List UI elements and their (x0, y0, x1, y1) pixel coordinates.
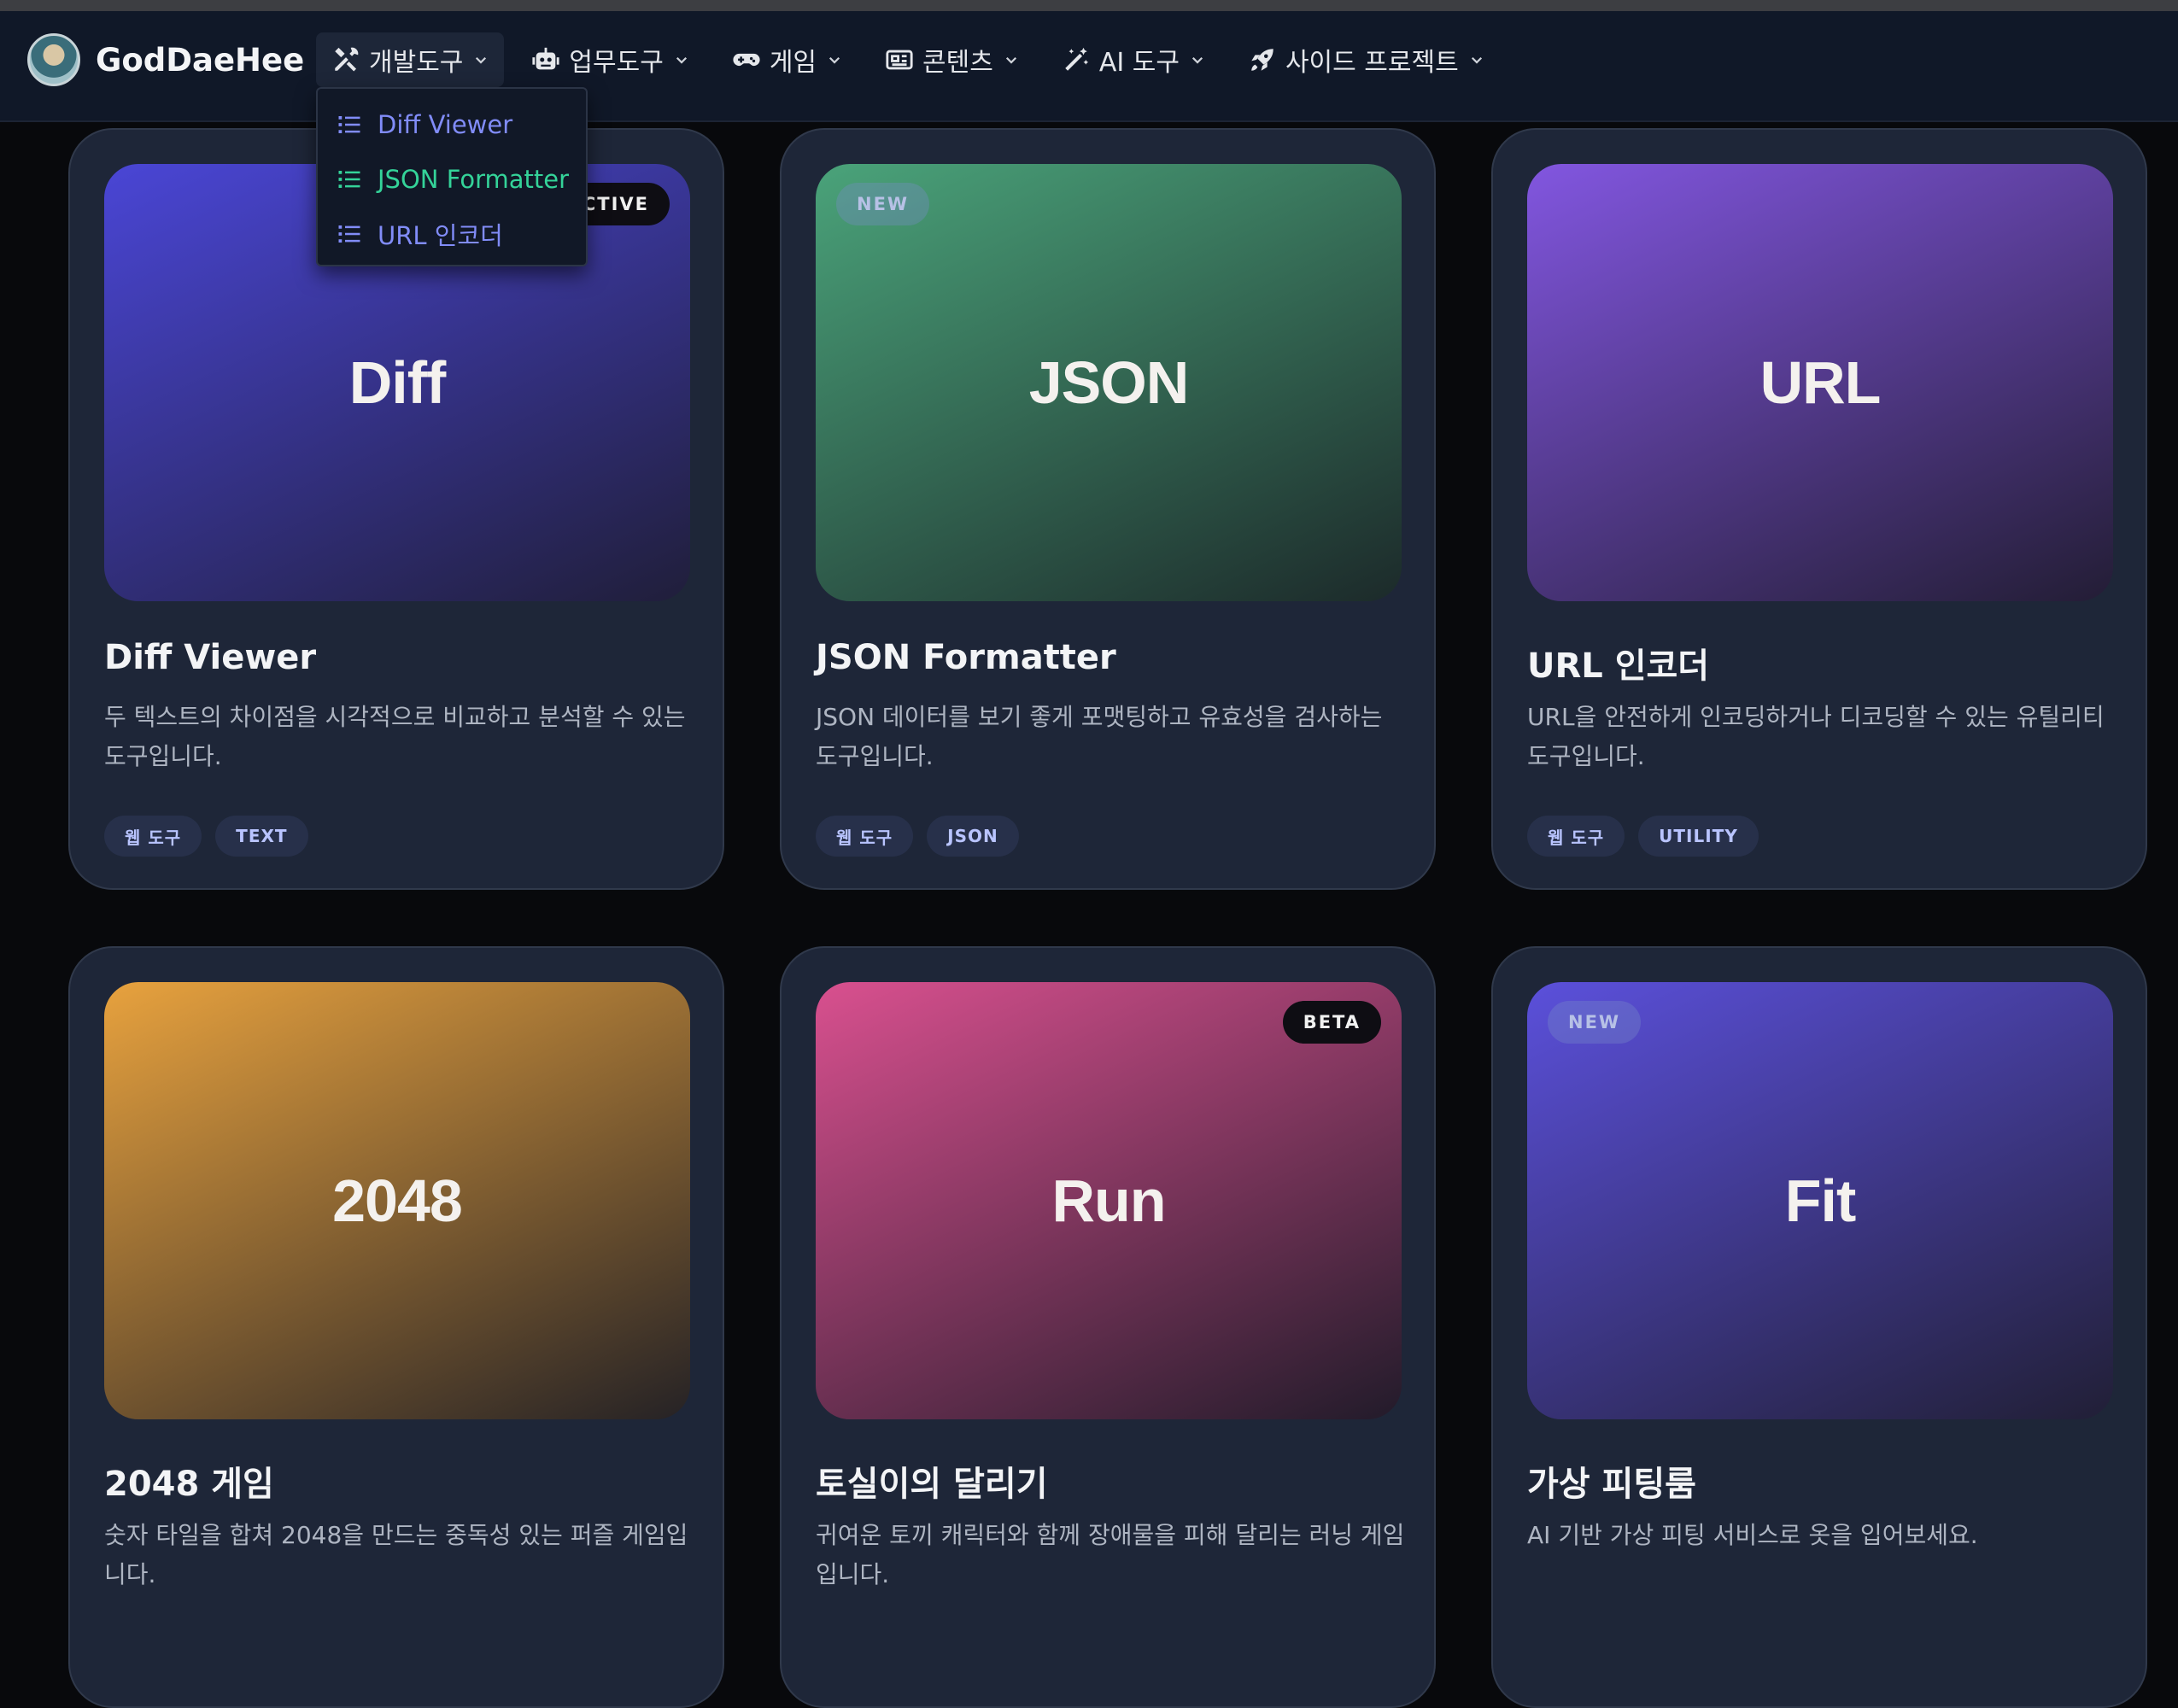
nav-item-label: 콘텐츠 (922, 48, 993, 78)
chevron-down-icon (828, 56, 840, 64)
tag-list: 웹 도구 UTILITY (1527, 816, 1772, 857)
magic-wand-icon (1065, 47, 1088, 71)
status-badge: NEW (836, 183, 930, 225)
card-description: 두 텍스트의 차이점을 시각적으로 비교하고 분석할 수 있는 도구입니다. (104, 703, 686, 770)
tag-list: 웹 도구 JSON (816, 816, 1033, 857)
chevron-down-icon (676, 56, 687, 64)
card-title: JSON Formatter (816, 638, 1116, 677)
list-icon (338, 171, 360, 188)
card-description: 숫자 타일을 합쳐 2048을 만드는 중독성 있는 퍼즐 게임입니다. (104, 1521, 688, 1588)
nav-menu: 개발도구 업무도구 게임 콘텐츠 AI 도구 사이드 프로젝트 (316, 32, 1512, 88)
dropdown-item-label: URL 인코더 (378, 221, 503, 250)
thumbnail-label: Fit (1784, 1167, 1857, 1234)
card-description: 귀여운 토끼 캐릭터와 함께 장애물을 피해 달리는 러닝 게임입니다. (816, 1521, 1405, 1588)
tools-icon (335, 47, 359, 72)
rocket-icon (1251, 49, 1273, 71)
thumbnail-label: Run (1051, 1167, 1166, 1234)
card-thumbnail: URL (1527, 164, 2113, 601)
brand[interactable]: GodDaeHee (27, 32, 304, 88)
nav-item-ai-tools[interactable]: AI 도구 (1046, 32, 1221, 87)
card-thumbnail: BETA Run (816, 982, 1402, 1419)
thumbnail-label: URL (1759, 349, 1882, 416)
card-thumbnail: NEW JSON (816, 164, 1402, 601)
nav-item-work-tools[interactable]: 업무도구 (516, 32, 704, 87)
tag[interactable]: TEXT (215, 816, 308, 857)
card-description: AI 기반 가상 피팅 서비스로 옷을 입어보세요. (1527, 1521, 1978, 1549)
thumbnail-label: 2048 (332, 1167, 463, 1234)
card-thumbnail: 2048 (104, 982, 690, 1419)
dropdown-item-url-encoder[interactable]: URL 인코더 (318, 207, 586, 261)
dev-tools-dropdown: Diff Viewer JSON Formatter URL 인코더 (316, 87, 588, 266)
dropdown-item-label: Diff Viewer (378, 110, 513, 139)
chevron-down-icon (1471, 56, 1482, 64)
tag[interactable]: 웹 도구 (104, 816, 202, 857)
gamepad-icon (733, 53, 760, 67)
card-title: URL 인코더 (1527, 646, 1710, 686)
thumbnail-label: Diff (348, 349, 447, 416)
card-title: 가상 피팅룸 (1527, 1465, 1696, 1504)
card-title: 토실이의 달리기 (816, 1465, 1048, 1504)
avatar (27, 33, 80, 86)
chevron-down-icon (1005, 56, 1016, 64)
card-json-formatter[interactable]: NEW JSON JSON Formatter JSON 데이터를 보기 좋게 … (780, 128, 1436, 890)
card-2048-game[interactable]: 2048 2048 게임 숫자 타일을 합쳐 2048을 만드는 중독성 있는 … (68, 946, 724, 1708)
chevron-down-icon (476, 56, 487, 64)
tag[interactable]: UTILITY (1638, 816, 1759, 857)
status-badge: BETA (1282, 1001, 1381, 1044)
nav-item-contents[interactable]: 콘텐츠 (869, 32, 1034, 87)
robot-icon (532, 47, 559, 70)
chevron-down-icon (1191, 56, 1203, 64)
nav-item-side-projects[interactable]: 사이드 프로젝트 (1232, 32, 1500, 87)
card-run-game[interactable]: BETA Run 토실이의 달리기 귀여운 토끼 캐릭터와 함께 장애물을 피해… (780, 946, 1436, 1708)
nav-item-label: 개발도구 (369, 48, 464, 78)
tag[interactable]: JSON (927, 816, 1019, 857)
thumbnail-label: JSON (1028, 349, 1190, 416)
card-description: JSON 데이터를 보기 좋게 포맷팅하고 유효성을 검사하는 도구입니다. (816, 703, 1383, 770)
card-thumbnail: NEW Fit (1527, 982, 2113, 1419)
brand-name: GodDaeHee (96, 41, 305, 79)
list-icon (338, 225, 360, 243)
tag-list: 웹 도구 TEXT (104, 816, 322, 857)
nav-item-dev-tools[interactable]: 개발도구 (316, 32, 505, 87)
dropdown-item-diff-viewer[interactable]: Diff Viewer (318, 97, 586, 152)
tag[interactable]: 웹 도구 (816, 816, 914, 857)
newspaper-icon (886, 50, 913, 70)
nav-item-label: 게임 (769, 48, 817, 78)
dropdown-item-json-formatter[interactable]: JSON Formatter (318, 152, 586, 207)
window-top-strip (0, 0, 2178, 11)
tag[interactable]: 웹 도구 (1527, 816, 1625, 857)
card-title: Diff Viewer (104, 638, 317, 677)
nav-item-label: AI 도구 (1098, 48, 1180, 78)
card-url-encoder[interactable]: URL URL 인코더 URL을 안전하게 인코딩하거나 디코딩할 수 있는 유… (1491, 128, 2147, 890)
nav-item-label: 업무도구 (569, 48, 664, 78)
card-description: URL을 안전하게 인코딩하거나 디코딩할 수 있는 유틸리티 도구입니다. (1527, 703, 2105, 770)
dropdown-item-label: JSON Formatter (378, 165, 570, 194)
list-icon (338, 116, 360, 133)
status-badge: NEW (1548, 1001, 1642, 1044)
card-virtual-fitting[interactable]: NEW Fit 가상 피팅룸 AI 기반 가상 피팅 서비스로 옷을 입어보세요… (1491, 946, 2147, 1708)
nav-item-games[interactable]: 게임 (717, 32, 858, 87)
nav-item-label: 사이드 프로젝트 (1285, 48, 1459, 78)
card-title: 2048 게임 (104, 1465, 274, 1504)
